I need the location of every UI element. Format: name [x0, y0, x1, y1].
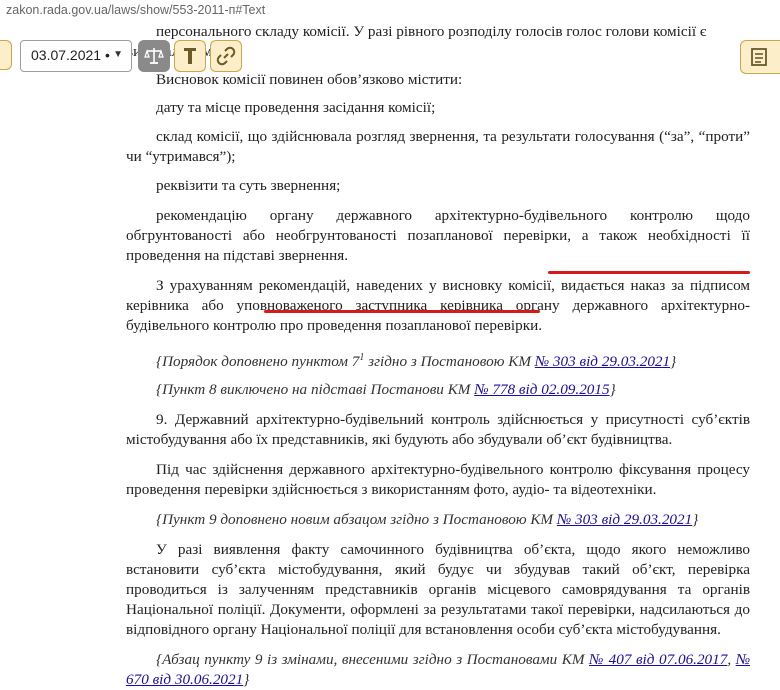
- link-button[interactable]: [210, 40, 242, 72]
- document-list-icon: [751, 48, 767, 66]
- note-text: {Абзац пункту 9 із змінами, внесеними зг…: [156, 651, 590, 669]
- note-text: }: [692, 511, 699, 529]
- paragraph-highlighted: З урахуванням рекомендацій, наведених у …: [126, 277, 750, 334]
- note-text: ,: [727, 651, 736, 669]
- note-text: згідно з Постановою КМ: [364, 353, 535, 371]
- edition-date-value: 03.07.2021 •: [31, 47, 110, 63]
- amendment-note: {Абзац пункту 9 із змінами, внесеними зг…: [126, 650, 750, 690]
- document-body: персонального складу комісії. У разі рів…: [126, 22, 750, 690]
- paragraph: У разі виявлення факту самочинного будів…: [126, 541, 750, 639]
- paragraph: дату та місце проведення засідання коміс…: [156, 99, 436, 116]
- scales-button[interactable]: [138, 40, 170, 72]
- note-text: {Пункт 8 виключено на підставі Постанови…: [156, 381, 475, 399]
- amendment-note: {Пункт 8 виключено на підставі Постанови…: [126, 380, 750, 400]
- address-bar[interactable]: zakon.rada.gov.ua/laws/show/553-2011-п#T…: [0, 0, 780, 22]
- note-text: }: [670, 353, 677, 371]
- amendment-note: {Пункт 9 доповнено новим абзацом згідно …: [126, 510, 750, 530]
- resolution-link[interactable]: № 407 від 07.06.2017: [589, 651, 727, 668]
- link-icon: [216, 46, 236, 66]
- document-panel-button[interactable]: [740, 40, 780, 74]
- paragraph: Під час здійснення державного архітектур…: [126, 461, 750, 499]
- paragraph: реквізити та суть звернення;: [156, 177, 341, 194]
- note-text: {Пункт 9 доповнено новим абзацом згідно …: [156, 511, 557, 529]
- edition-date-select[interactable]: 03.07.2021 • ▼: [20, 40, 132, 72]
- resolution-link[interactable]: № 303 від 29.03.2021: [535, 353, 670, 370]
- text-format-button[interactable]: [174, 40, 206, 72]
- note-text: {Порядок доповнено пунктом 7: [156, 353, 360, 371]
- paragraph: склад комісії, що здійснювала розгляд зв…: [126, 128, 750, 165]
- paragraph: рекомендацію органу державного архітекту…: [126, 207, 750, 264]
- resolution-link[interactable]: № 303 від 29.03.2021: [557, 511, 692, 528]
- amendment-note: {Порядок доповнено пунктом 71 згідно з П…: [126, 348, 750, 372]
- note-text: }: [243, 671, 250, 689]
- resolution-link[interactable]: № 778 від 02.09.2015: [474, 381, 609, 398]
- chevron-down-icon: ▼: [113, 49, 123, 60]
- paragraph: 9. Державний архітектурно-будівельний ко…: [126, 411, 750, 449]
- paragraph: Висновок комісії повинен обов’язково міс…: [156, 71, 463, 88]
- paragraph-text: персонального складу комісії. У разі рів…: [156, 23, 707, 40]
- red-underline-annotation: [264, 310, 540, 313]
- red-underline-annotation: [548, 271, 750, 274]
- clock-icon[interactable]: [0, 40, 12, 70]
- text-cursor-icon: [184, 48, 196, 64]
- note-text: }: [609, 381, 616, 399]
- url-text: zakon.rada.gov.ua/laws/show/553-2011-п#T…: [6, 3, 266, 17]
- scales-icon: [144, 48, 164, 64]
